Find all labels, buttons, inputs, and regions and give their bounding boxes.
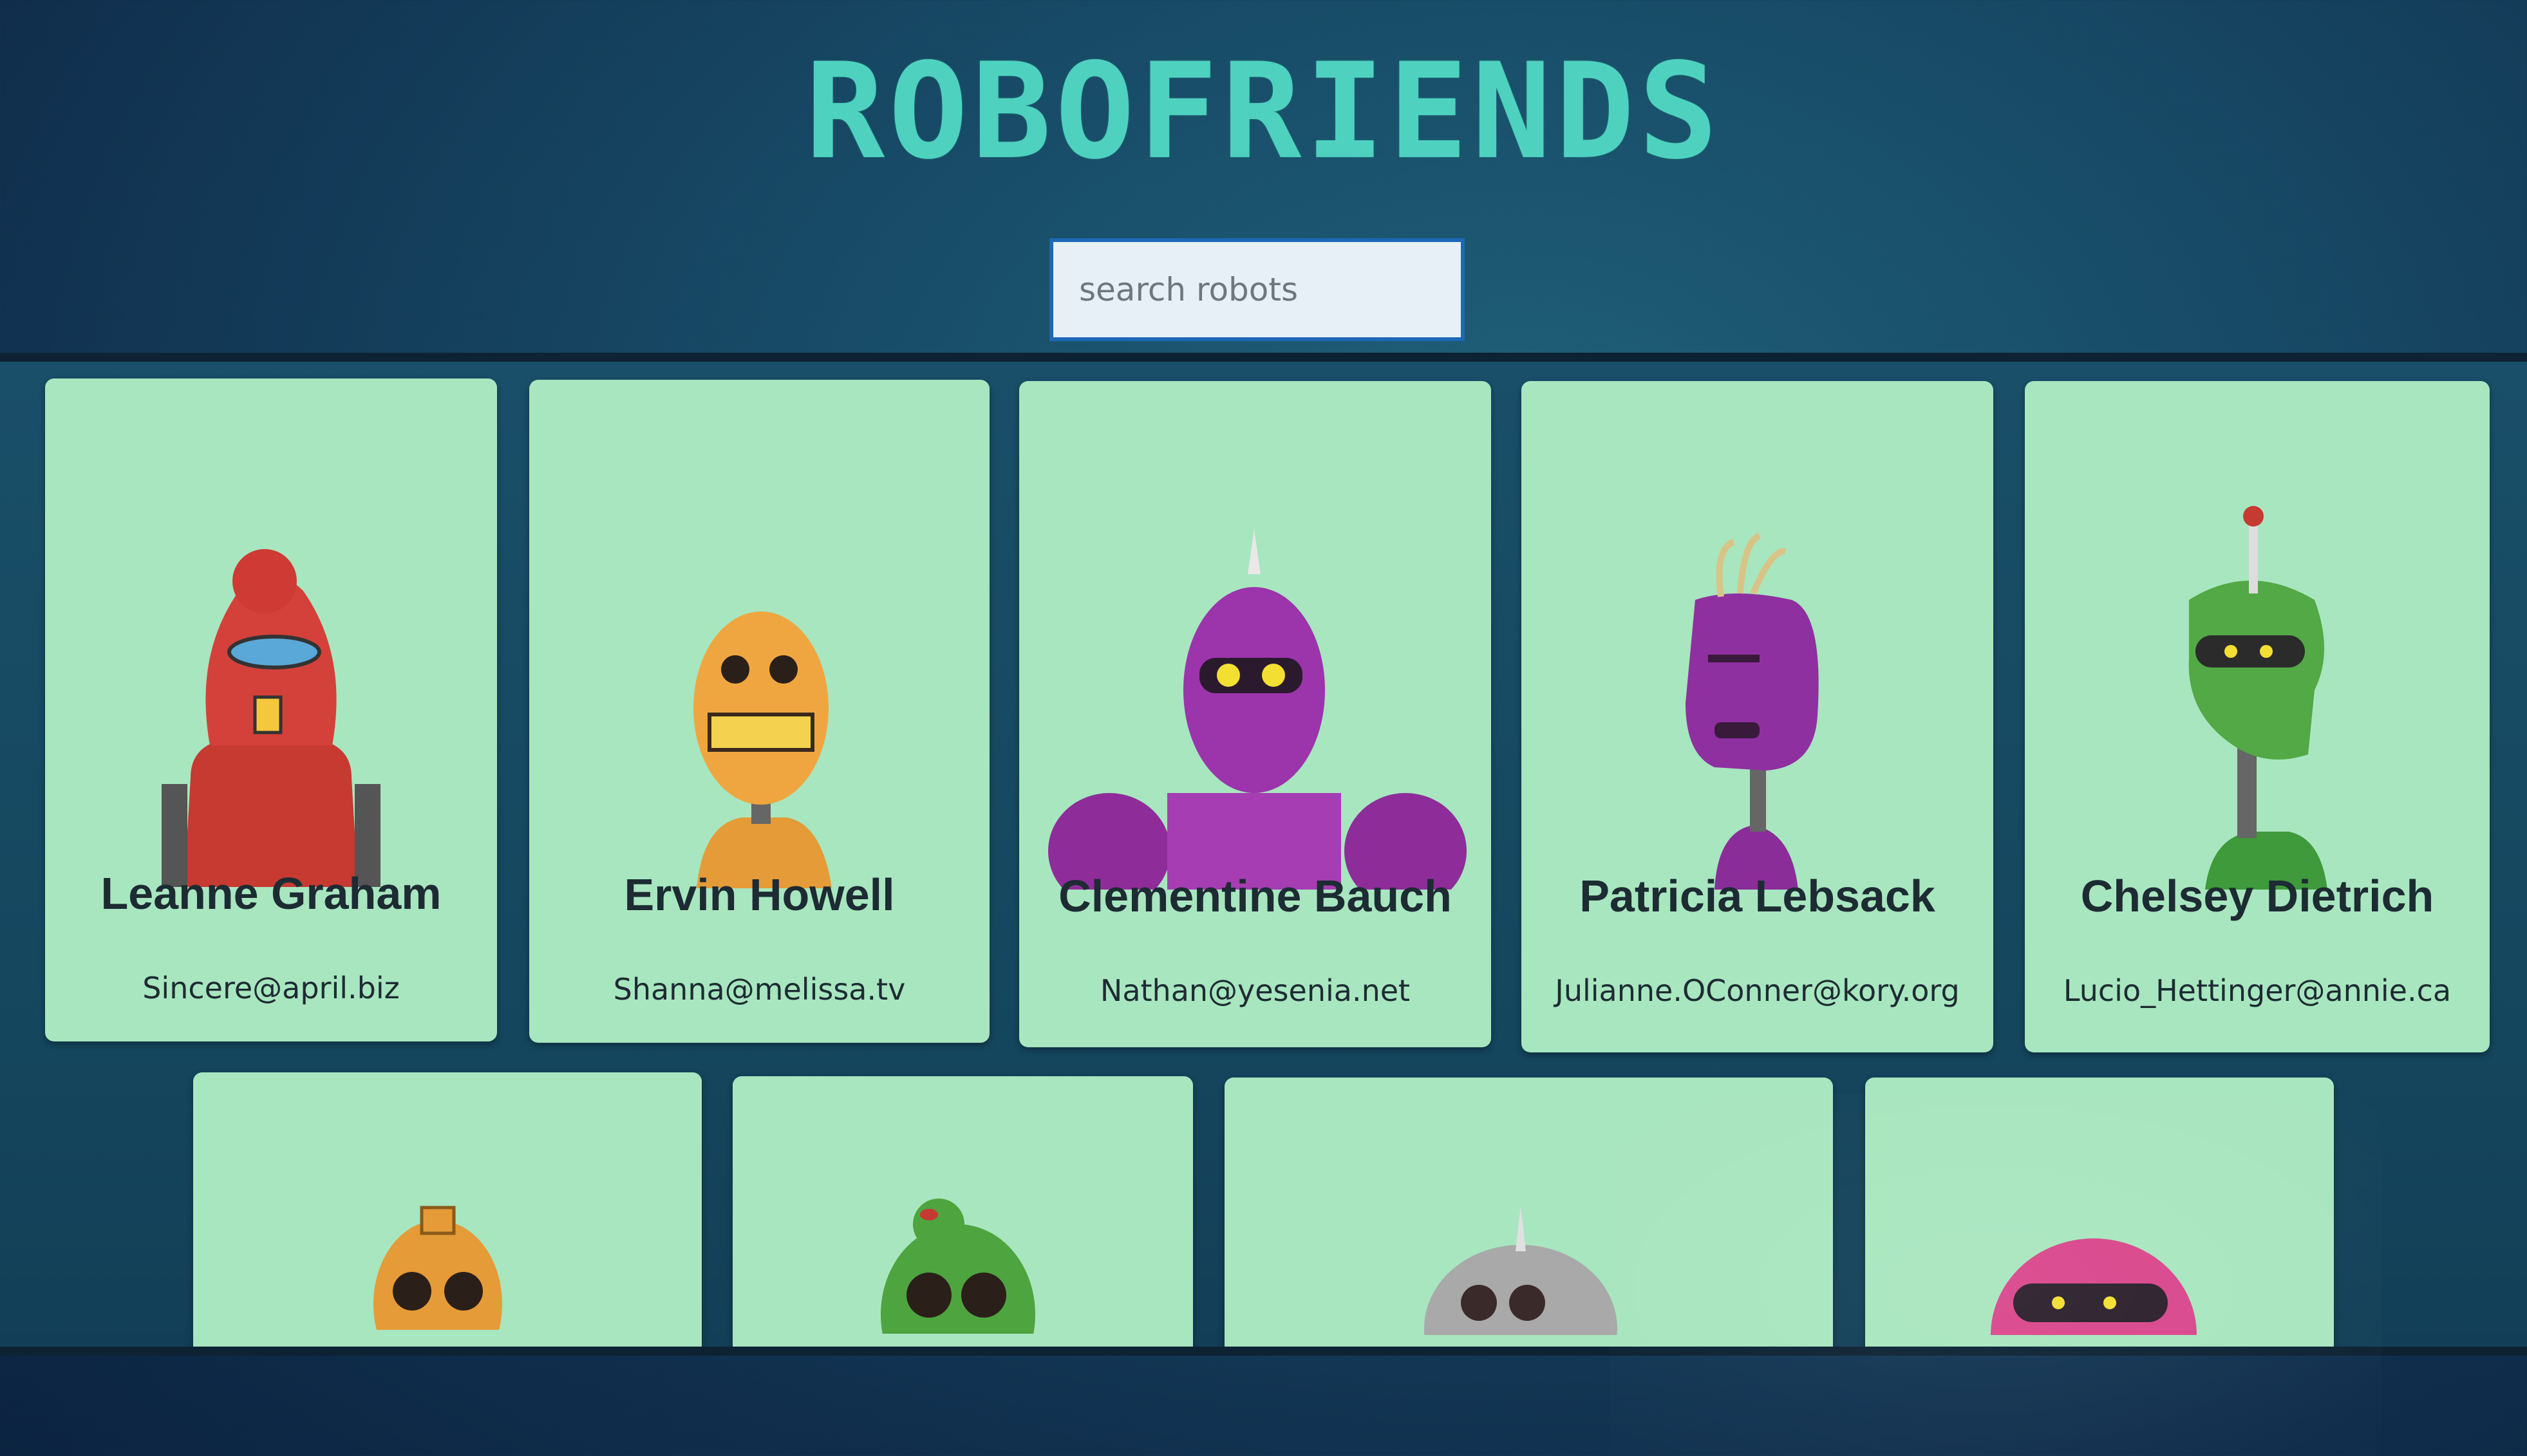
robot-email: Shanna@melissa.tv [613, 972, 906, 1007]
app-title: ROBOFRIENDS [805, 35, 1722, 189]
robot-email: Nathan@yesenia.net [1100, 973, 1411, 1008]
orange-robot-icon [693, 611, 832, 888]
robot-card[interactable] [1225, 1078, 1833, 1347]
robot-card[interactable]: Ervin Howell Shanna@melissa.tv [529, 380, 990, 1043]
purple-robot-icon [1686, 532, 1819, 890]
green-robot-icon [2188, 506, 2327, 890]
green-robot-icon [881, 1199, 1035, 1334]
robot-card[interactable]: Chelsey Dietrich Lucio_Hettinger@annie.c… [2025, 381, 2490, 1052]
orange-robot-icon [373, 1206, 502, 1330]
robot-card[interactable] [1865, 1078, 2334, 1347]
robot-name: Ervin Howell [624, 870, 895, 920]
robot-name: Leanne Graham [100, 868, 442, 919]
search-input[interactable] [1049, 238, 1465, 341]
gray-robot-icon [1424, 1206, 1617, 1335]
robot-name: Patricia Lebsack [1579, 871, 1935, 921]
robot-card-list[interactable]: Leanne Graham Sincere@april.biz Ervin Ho… [0, 353, 2527, 1356]
robot-name: Chelsey Dietrich [2080, 871, 2434, 921]
purple-robot-icon [1048, 529, 1467, 890]
robot-card[interactable]: Patricia Lebsack Julianne.OConner@kory.o… [1521, 381, 1993, 1052]
pink-robot-icon [1991, 1238, 2197, 1335]
red-robot-icon [162, 549, 380, 887]
robot-email: Lucio_Hettinger@annie.ca [2063, 973, 2452, 1008]
robot-card[interactable] [733, 1076, 1193, 1347]
robot-card[interactable] [193, 1072, 702, 1347]
robot-name: Clementine Bauch [1058, 871, 1452, 921]
robot-email: Sincere@april.biz [142, 971, 400, 1005]
robot-card[interactable]: Leanne Graham Sincere@april.biz [45, 378, 497, 1041]
robot-card[interactable]: Clementine Bauch Nathan@yesenia.net [1019, 381, 1491, 1047]
robot-email: Julianne.OConner@kory.org [1555, 973, 1960, 1008]
